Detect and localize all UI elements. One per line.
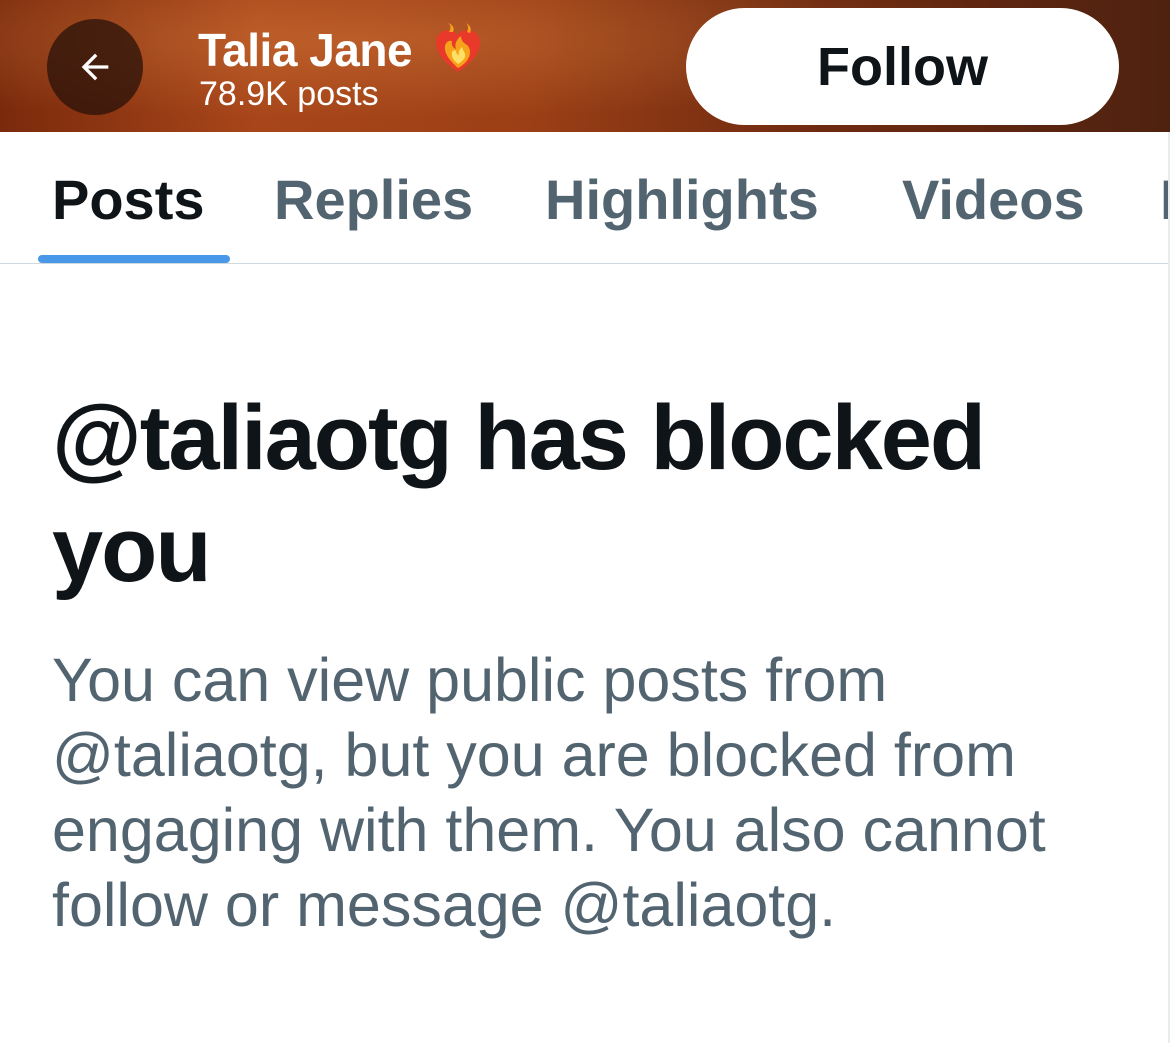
tab-posts[interactable]: Posts [52, 168, 205, 232]
tab-replies[interactable]: Replies [274, 168, 473, 232]
tab-videos[interactable]: Videos [902, 168, 1085, 232]
arrow-left-icon [81, 53, 109, 81]
blocked-title: @taliaotg has blocked you [52, 387, 986, 601]
follow-button[interactable]: Follow [686, 8, 1119, 125]
blocked-notice: @taliaotg has blocked you You can view p… [52, 382, 1112, 943]
profile-page: Talia Jane 78.9K posts Follow Posts Repl… [0, 0, 1170, 1043]
heart-on-fire-icon [436, 23, 481, 72]
active-tab-indicator [38, 255, 230, 263]
post-count: 78.9K posts [199, 75, 379, 113]
profile-name-row: Talia Jane [198, 22, 486, 78]
tab-highlights[interactable]: Highlights [545, 168, 819, 232]
back-button[interactable] [47, 19, 143, 115]
profile-name: Talia Jane [198, 24, 413, 76]
profile-header-banner: Talia Jane 78.9K posts Follow [0, 0, 1170, 132]
profile-tabs: Posts Replies Highlights Videos M [0, 132, 1170, 264]
blocked-description: You can view public posts from @taliaotg… [52, 646, 1046, 939]
